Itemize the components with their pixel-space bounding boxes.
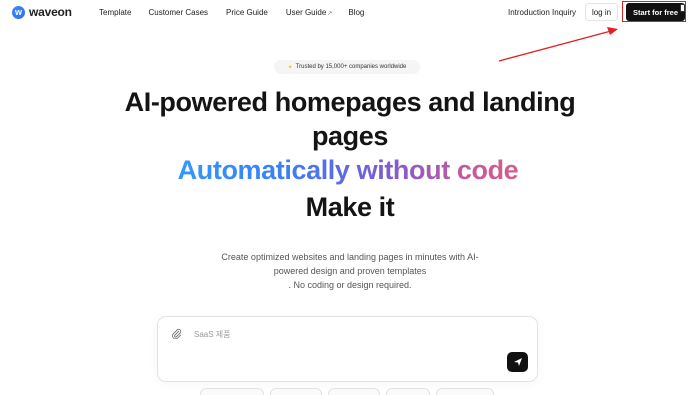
nav-item-user-guide-label: User Guide [285, 8, 327, 17]
nav-item-price-guide[interactable]: Price Guide [226, 8, 268, 17]
trust-badge: ✦ Trusted by 15,000+ companies worldwide [274, 60, 420, 74]
waveon-logo-icon: w [12, 5, 25, 19]
hero-title-line-2: pages [311, 121, 389, 151]
hero-title-gradient: Automatically without code [168, 155, 528, 186]
send-icon [513, 358, 522, 366]
main-menu: Template Customer Cases Price Guide User… [99, 8, 364, 17]
suggestion-chip[interactable] [270, 388, 322, 395]
nav-item-template[interactable]: Template [99, 8, 131, 17]
send-button[interactable] [507, 352, 528, 372]
external-link-icon: ↗ [327, 11, 333, 17]
introduction-inquiry-link[interactable]: Introduction Inquiry [508, 8, 576, 17]
suggestion-chip[interactable] [200, 388, 264, 395]
mouse-cursor-icon [680, 4, 685, 12]
hero-subtitle-line-2: powered design and proven templates [273, 266, 427, 276]
login-button[interactable]: log in [585, 3, 618, 21]
logo[interactable]: w waveon [12, 5, 72, 19]
top-navbar: w waveon Template Customer Cases Price G… [0, 0, 700, 25]
hero-subtitle-line-1: Create optimized websites and landing pa… [221, 252, 479, 262]
suggestion-chip[interactable] [436, 388, 494, 395]
prompt-box [157, 316, 538, 382]
hero-subtitle-line-3: . No coding or design required. [288, 280, 412, 290]
hero-title-line-4: Make it [305, 192, 395, 222]
logo-text: waveon [29, 5, 72, 19]
suggestion-chips [200, 388, 494, 395]
start-for-free-button[interactable]: Start for free [626, 3, 685, 21]
attach-icon[interactable] [171, 328, 182, 339]
nav-item-customer-cases[interactable]: Customer Cases [148, 8, 208, 17]
nav-item-user-guide[interactable]: User Guide↗ [286, 8, 333, 17]
trust-badge-text: Trusted by 15,000+ companies worldwide [295, 64, 407, 70]
suggestion-chip[interactable] [328, 388, 380, 395]
suggestion-chip[interactable] [386, 388, 430, 395]
nav-item-blog[interactable]: Blog [348, 8, 364, 17]
hero-title-line-1: AI-powered homepages and landing [124, 87, 576, 117]
sparkle-icon: ✦ [287, 64, 293, 71]
prompt-input[interactable] [194, 327, 494, 341]
